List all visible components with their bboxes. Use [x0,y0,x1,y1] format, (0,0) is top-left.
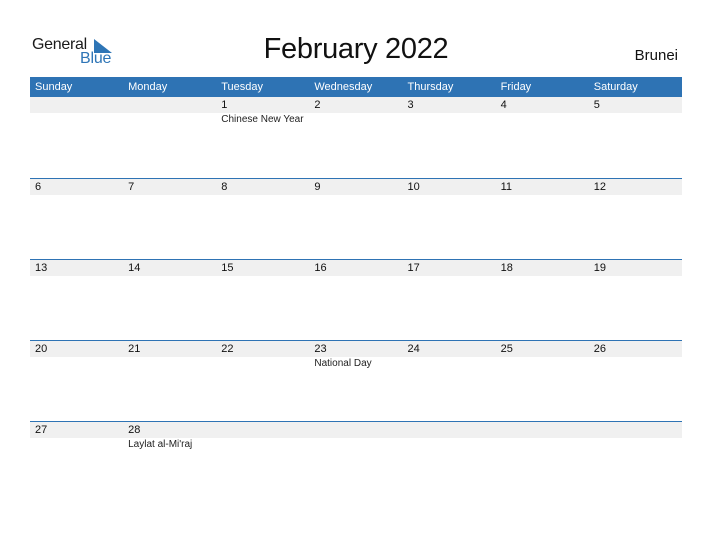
weeks-container: 1 Chinese New Year 2 3 4 5 6 7 8 9 10 11 12 13 14 15 16 1… [30,97,682,502]
day-number: 2 [314,99,321,111]
empty-day-cell [216,422,309,438]
holiday-label: National Day [314,358,372,369]
day-cell-17: 17 [403,260,496,276]
day-cell-7: 7 [123,179,216,195]
date-strip: 6 7 8 9 10 11 12 [30,178,682,195]
weekday-header: Sunday Monday Tuesday Wednesday Thursday Frid… [30,77,682,97]
day-number: 27 [35,424,48,436]
day-cell-6: 6 [30,179,123,195]
holiday-label: Laylat al-Mi'raj [128,439,193,450]
week-row: 1 Chinese New Year 2 3 4 5 [30,97,682,178]
day-cell-19: 19 [589,260,682,276]
weekday-friday: Friday [500,81,532,93]
day-number: 6 [35,181,42,193]
weekday-thursday: Thursday [407,81,454,93]
week-row: 27 28 Laylat al-Mi'raj [30,421,682,502]
day-number: 18 [500,262,513,274]
day-number: 24 [407,343,420,355]
day-number: 8 [221,181,228,193]
day-cell-25: 25 [496,341,589,357]
day-number: 13 [35,262,48,274]
day-cell-14: 14 [123,260,216,276]
day-number: 10 [407,181,420,193]
day-number: 28 [128,424,141,436]
weekday-saturday: Saturday [593,81,638,93]
day-number: 25 [500,343,513,355]
country-label: Brunei [634,47,678,64]
date-strip: 1 Chinese New Year 2 3 4 5 [30,97,682,125]
day-number: 5 [593,99,600,111]
empty-day-cell [309,422,402,438]
day-number: 7 [128,181,135,193]
date-strip: 20 21 22 23 National Day 24 25 26 [30,340,682,369]
day-cell-13: 13 [30,260,123,276]
day-number: 14 [128,262,141,274]
week-row: 13 14 15 16 17 18 19 [30,259,682,340]
day-number: 17 [407,262,420,274]
weekday-tuesday: Tuesday [221,81,264,93]
empty-day-cell [403,422,496,438]
day-number: 9 [314,181,321,193]
day-cell-12: 12 [589,179,682,195]
day-number: 11 [500,181,513,193]
day-cell-5: 5 [589,97,682,113]
day-cell-18: 18 [496,260,589,276]
date-strip: 13 14 15 16 17 18 19 [30,259,682,276]
day-cell-10: 10 [403,179,496,195]
day-number: 23 [314,343,327,355]
day-cell-9: 9 [309,179,402,195]
day-number: 19 [593,262,606,274]
day-cell-28: 28 Laylat al-Mi'raj [123,422,216,450]
day-cell-23: 23 National Day [309,341,402,369]
day-number: 4 [500,99,507,111]
day-cell-11: 11 [496,179,589,195]
day-cell-3: 3 [403,97,496,113]
date-strip: 27 28 Laylat al-Mi'raj [30,421,682,450]
day-cell-4: 4 [496,97,589,113]
calendar-grid: Sunday Monday Tuesday Wednesday Thursday Frid… [30,77,682,502]
day-cell-22: 22 [216,341,309,357]
week-row: 6 7 8 9 10 11 12 [30,178,682,259]
empty-day-cell [123,97,216,113]
day-number: 1 [221,99,228,111]
day-cell-15: 15 [216,260,309,276]
day-number: 22 [221,343,234,355]
day-number: 16 [314,262,327,274]
empty-day-cell [30,97,123,113]
week-row: 20 21 22 23 National Day 24 25 26 [30,340,682,421]
day-number: 15 [221,262,234,274]
empty-day-cell [496,422,589,438]
day-number: 21 [128,343,141,355]
day-number: 20 [35,343,48,355]
day-number: 26 [593,343,606,355]
day-cell-20: 20 [30,341,123,357]
weekday-sunday: Sunday [35,81,73,93]
day-cell-2: 2 [309,97,402,113]
calendar-title: February 2022 [263,33,449,65]
day-cell-21: 21 [123,341,216,357]
day-cell-26: 26 [589,341,682,357]
weekday-monday: Monday [128,81,168,93]
day-cell-1: 1 Chinese New Year [216,97,309,125]
day-cell-16: 16 [309,260,402,276]
day-cell-24: 24 [403,341,496,357]
weekday-wednesday: Wednesday [314,81,373,93]
day-number: 12 [593,181,606,193]
empty-day-cell [589,422,682,438]
day-cell-27: 27 [30,422,123,438]
day-number: 3 [407,99,414,111]
holiday-label: Chinese New Year [221,114,304,125]
day-cell-8: 8 [216,179,309,195]
